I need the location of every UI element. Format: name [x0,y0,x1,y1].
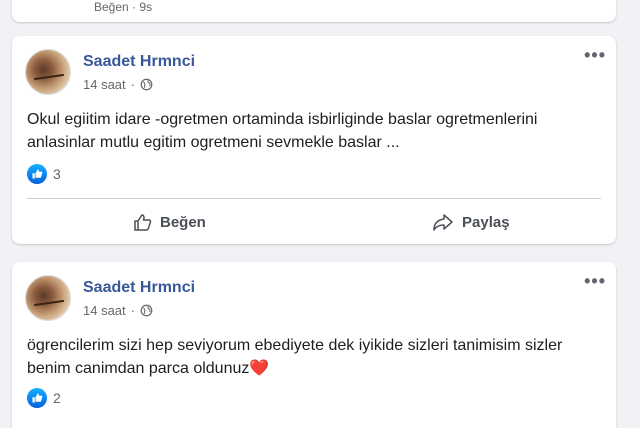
more-options-icon[interactable]: ••• [584,272,606,290]
reaction-count: 2 [53,390,61,406]
heart-emoji: ❤️ [249,360,270,377]
like-reaction-icon [27,164,47,184]
previous-post-meta: Beğen · 9s [94,0,153,14]
share-icon [433,214,453,231]
more-options-icon[interactable]: ••• [584,46,606,64]
post-text: ögrencilerim sizi hep seviyorum ebediyet… [27,334,602,380]
like-button-label: Beğen [160,213,206,231]
post-text: Okul egiitim idare -ogretmen ortaminda i… [27,111,538,151]
globe-icon [140,78,153,91]
reactions-summary[interactable]: 3 [27,164,61,184]
reactions-summary[interactable]: 2 [27,388,61,408]
thumb-up-icon [134,214,152,231]
post-time[interactable]: 14 saat [83,303,126,318]
divider [27,198,601,199]
share-button[interactable]: Paylaş [432,208,510,236]
globe-icon [140,304,153,317]
previous-comment-time: 9s [139,0,153,14]
post-text-body: ögrencilerim sizi hep seviyorum ebediyet… [27,337,563,377]
post-author[interactable]: Saadet Hrmnci [83,279,195,297]
share-button-label: Paylaş [462,213,510,231]
reaction-count: 3 [53,166,61,182]
post-meta: 14 saat · [83,77,153,92]
post-meta: 14 saat · [83,303,153,318]
like-button[interactable]: Beğen [132,208,206,236]
previous-like-link[interactable]: Beğen [94,0,129,14]
post-card: Saadet Hrmnci 14 saat · ••• Okul egiitim… [12,36,616,244]
avatar[interactable] [25,49,71,95]
post-card-previous: Beğen · 9s [12,0,616,22]
post-author[interactable]: Saadet Hrmnci [83,53,195,71]
avatar[interactable] [25,275,71,321]
like-reaction-icon [27,388,47,408]
post-time[interactable]: 14 saat [83,77,126,92]
post-card: Saadet Hrmnci 14 saat · ••• ögrencilerim… [12,262,616,428]
